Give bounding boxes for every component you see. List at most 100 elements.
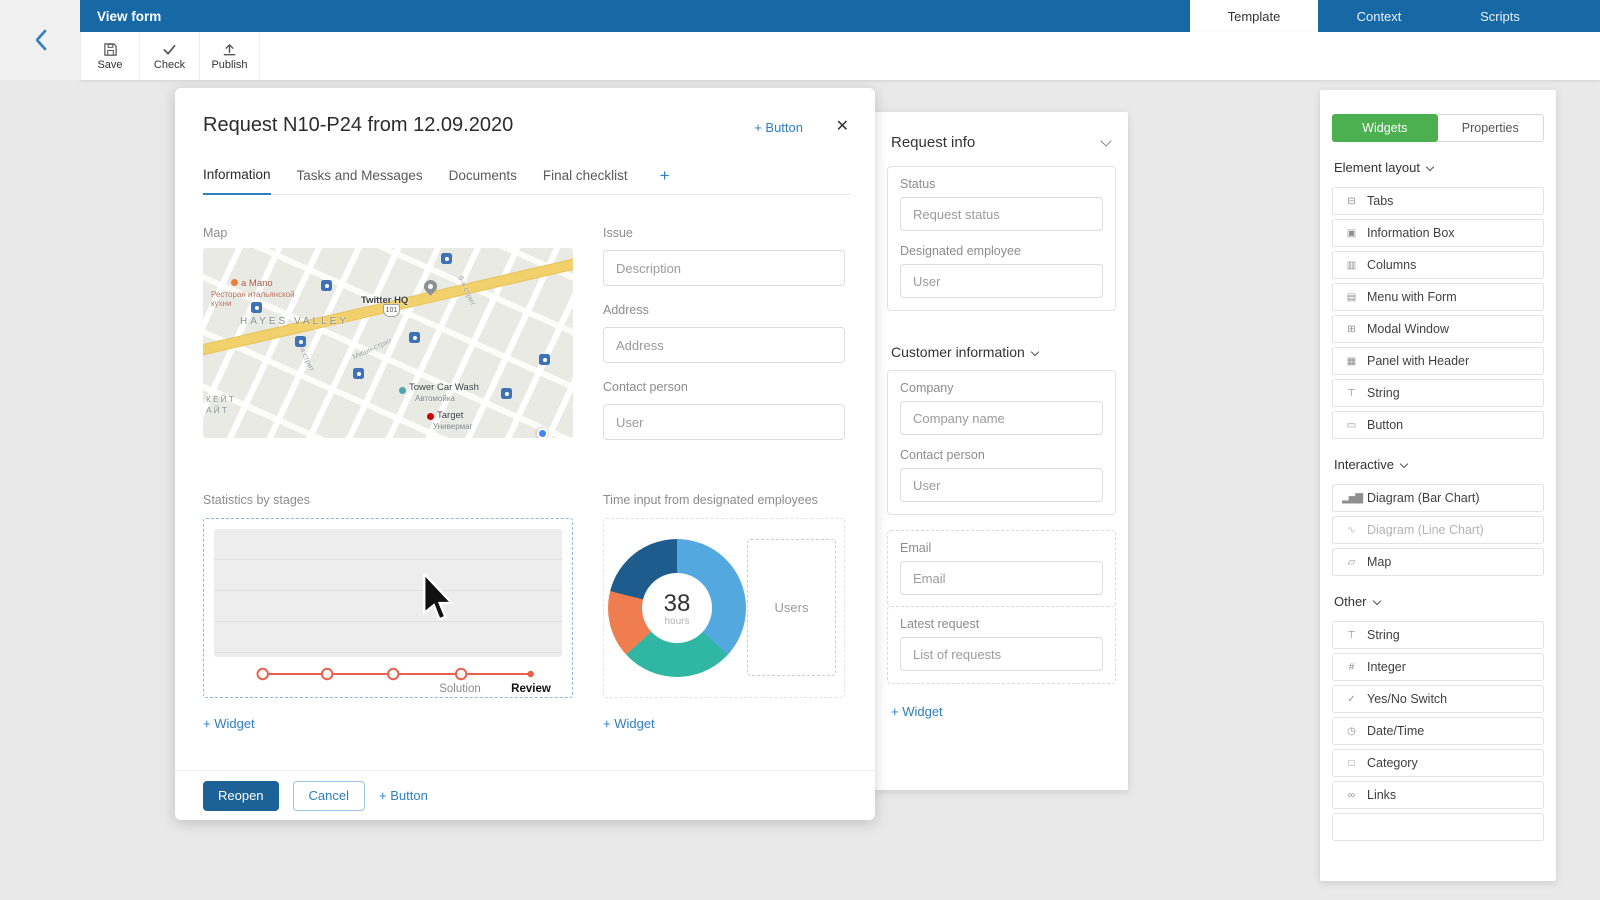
menu-with-form-icon: ▤ — [1342, 292, 1360, 303]
publish-label: Publish — [211, 59, 247, 71]
publish-button[interactable]: Publish — [200, 32, 260, 80]
tab-template[interactable]: Template — [1190, 0, 1318, 32]
transit-marker-icon — [321, 280, 332, 291]
modal-title: Request N10-P24 from 12.09.2020 — [203, 114, 513, 137]
widget-item-diagram-bar-chart[interactable]: ▂▅▇Diagram (Bar Chart) — [1332, 484, 1544, 512]
transit-marker-icon — [295, 336, 306, 347]
toolbar: Save Check Publish — [80, 32, 1600, 80]
contact-person-input[interactable] — [603, 404, 845, 440]
issue-input[interactable] — [603, 250, 845, 286]
email-input[interactable] — [900, 561, 1103, 595]
section-element-layout[interactable]: Element layout — [1334, 160, 1542, 175]
contact-person-input-panel[interactable] — [900, 468, 1103, 502]
transit-marker-icon — [501, 388, 512, 399]
add-widget-link-right[interactable]: + Widget — [603, 716, 655, 731]
stats-plot-area — [214, 529, 562, 657]
chevron-down-icon[interactable] — [1100, 135, 1111, 146]
widget-item-empty[interactable] — [1332, 813, 1544, 841]
widget-item-string[interactable]: ⊤String — [1332, 379, 1544, 407]
map-poi-tower-car-wash: Tower Car Wash — [409, 382, 479, 393]
donut-chart-widget[interactable]: 38 hours Users — [603, 518, 845, 698]
map-widget[interactable]: a Mano Ресторан итальянской кухни Twitte… — [203, 248, 573, 438]
save-label: Save — [97, 59, 122, 71]
email-group[interactable]: Email — [887, 530, 1116, 608]
section-interactive[interactable]: Interactive — [1334, 457, 1542, 472]
transit-marker-icon — [251, 302, 262, 313]
stats-line-chart-widget[interactable]: Solution Review — [203, 518, 573, 698]
address-input[interactable] — [603, 327, 845, 363]
tab-context[interactable]: Context — [1318, 0, 1440, 32]
company-input[interactable] — [900, 401, 1103, 435]
map-poi-target: Target — [437, 410, 463, 421]
status-input[interactable] — [900, 197, 1103, 231]
add-widget-link-left[interactable]: + Widget — [203, 716, 255, 731]
widget-item-integer[interactable]: #Integer — [1332, 653, 1544, 681]
issue-label: Issue — [603, 226, 633, 240]
widget-item-button[interactable]: ▭Button — [1332, 411, 1544, 439]
customer-information-title[interactable]: Customer information — [891, 344, 1038, 360]
transit-marker-icon — [539, 354, 550, 365]
designated-employee-label: Designated employee — [900, 244, 1103, 258]
save-button[interactable]: Save — [80, 32, 140, 80]
stats-label: Statistics by stages — [203, 493, 310, 507]
widget-item-information-box[interactable]: ▣Information Box — [1332, 219, 1544, 247]
back-button[interactable] — [20, 20, 60, 60]
tab-properties[interactable]: Properties — [1438, 114, 1545, 142]
sidebar-tabs: Widgets Properties — [1332, 114, 1544, 142]
status-group[interactable]: Status Designated employee — [887, 166, 1116, 311]
time-input-label: Time input from designated employees — [603, 493, 818, 507]
tab-widgets[interactable]: Widgets — [1332, 114, 1438, 142]
widget-item-date-time[interactable]: ◷Date/Time — [1332, 717, 1544, 745]
tab-documents[interactable]: Documents — [449, 168, 517, 194]
modal-footer: Reopen Cancel + Button — [175, 770, 875, 820]
address-label: Address — [603, 303, 649, 317]
widget-item-menu-with-form[interactable]: ▤Menu with Form — [1332, 283, 1544, 311]
map-poi-target-sub: Универмаг — [433, 422, 473, 431]
tab-final-checklist[interactable]: Final checklist — [543, 168, 628, 194]
switch-icon: ✓ — [1342, 694, 1360, 705]
widget-item-links[interactable]: ∞Links — [1332, 781, 1544, 809]
topbar: View form Template Context Scripts — [80, 0, 1600, 32]
add-button-link-footer[interactable]: + Button — [379, 788, 428, 803]
widget-item-tabs[interactable]: ⊟Tabs — [1332, 187, 1544, 215]
contact-person-label: Contact person — [603, 380, 688, 394]
panel-with-header-icon: ▦ — [1342, 356, 1360, 367]
tab-tasks-and-messages[interactable]: Tasks and Messages — [297, 168, 423, 194]
company-group[interactable]: Company Contact person — [887, 370, 1116, 515]
widget-item-diagram-line-chart[interactable]: ∿Diagram (Line Chart) — [1332, 516, 1544, 544]
map-district2-line1: КЕЙТ — [206, 394, 236, 404]
check-button[interactable]: Check — [140, 32, 200, 80]
widget-item-modal-window[interactable]: ⊞Modal Window — [1332, 315, 1544, 343]
widget-item-map[interactable]: ▱Map — [1332, 548, 1544, 576]
request-info-title[interactable]: Request info — [891, 134, 975, 151]
widget-item-panel-with-header[interactable]: ▦Panel with Header — [1332, 347, 1544, 375]
information-box-icon: ▣ — [1342, 228, 1360, 239]
latest-request-input[interactable] — [900, 637, 1103, 671]
widget-item-columns[interactable]: ▥Columns — [1332, 251, 1544, 279]
cancel-button[interactable]: Cancel — [293, 781, 365, 811]
latest-request-label: Latest request — [900, 617, 1103, 631]
cursor-icon — [422, 574, 454, 622]
left-rail — [0, 0, 80, 80]
add-button-link[interactable]: + Button — [754, 120, 803, 135]
widgets-sidebar: Widgets Properties Element layout ⊟Tabs … — [1320, 90, 1556, 881]
line-chart-icon: ∿ — [1342, 525, 1360, 536]
reopen-button[interactable]: Reopen — [203, 781, 279, 811]
add-tab-icon[interactable]: + — [660, 166, 670, 194]
tab-scripts[interactable]: Scripts — [1440, 0, 1560, 32]
add-widget-link-panel[interactable]: + Widget — [891, 704, 943, 719]
status-label: Status — [900, 177, 1103, 191]
map-icon: ▱ — [1342, 557, 1360, 568]
string-icon: ⊤ — [1342, 388, 1360, 399]
tab-information[interactable]: Information — [203, 167, 271, 195]
latest-request-group[interactable]: Latest request — [887, 606, 1116, 684]
users-legend-box[interactable]: Users — [747, 539, 836, 676]
save-icon — [103, 42, 118, 57]
close-icon[interactable]: ✕ — [836, 116, 849, 136]
designated-employee-input[interactable] — [900, 264, 1103, 298]
section-other[interactable]: Other — [1334, 594, 1542, 609]
widget-item-category[interactable]: □Category — [1332, 749, 1544, 777]
email-label: Email — [900, 541, 1103, 555]
widget-item-string-other[interactable]: ⊤String — [1332, 621, 1544, 649]
widget-item-yes-no-switch[interactable]: ✓Yes/No Switch — [1332, 685, 1544, 713]
